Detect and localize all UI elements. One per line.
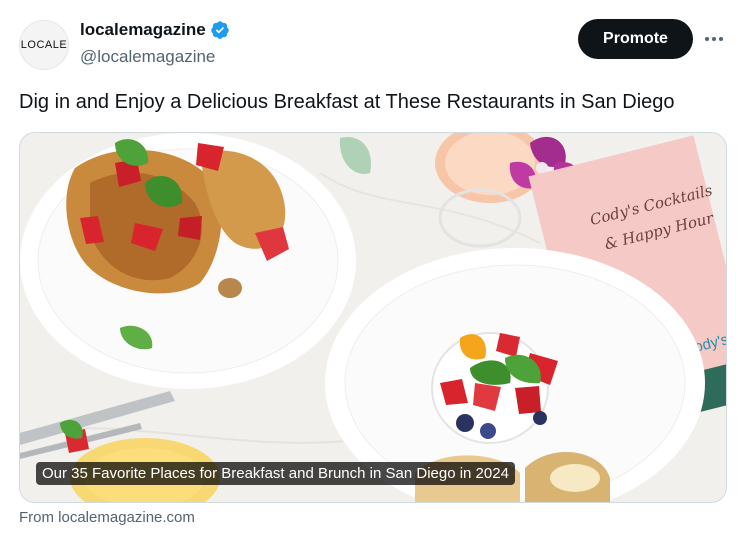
handle[interactable]: @localemagazine — [80, 47, 215, 67]
tweet-text: Dig in and Enjoy a Delicious Breakfast a… — [19, 91, 675, 113]
avatar[interactable]: LOCALE — [19, 20, 69, 70]
card-photo: Cody's Cocktails & Happy Hour cody's — [20, 133, 726, 502]
name-row: localemagazine — [80, 20, 230, 40]
card-source-link[interactable]: From localemagazine.com — [19, 509, 195, 526]
verified-badge-icon[interactable] — [210, 20, 230, 40]
promote-button[interactable]: Promote — [578, 19, 693, 59]
avatar-logo-text: LOCALE — [20, 39, 68, 51]
display-name[interactable]: localemagazine — [80, 20, 206, 40]
link-card[interactable]: Cody's Cocktails & Happy Hour cody's Our… — [19, 132, 727, 503]
more-dots-icon[interactable] — [702, 28, 726, 50]
card-caption: Our 35 Favorite Places for Breakfast and… — [36, 462, 515, 485]
